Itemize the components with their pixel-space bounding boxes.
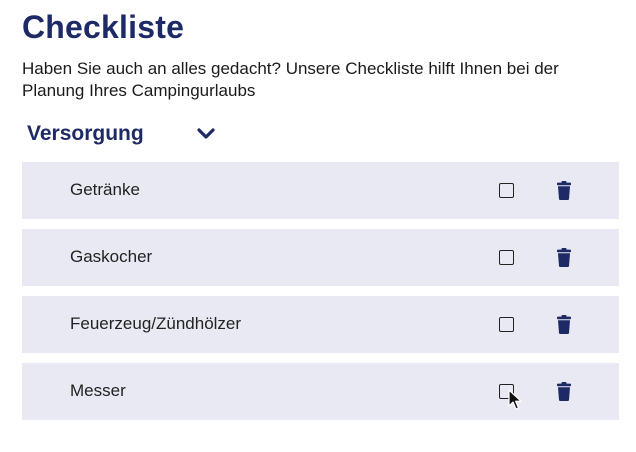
- item-checkbox[interactable]: [499, 183, 514, 198]
- section-title: Versorgung: [27, 122, 144, 145]
- list-item: Getränke: [22, 162, 619, 219]
- item-checkbox[interactable]: [499, 250, 514, 265]
- trash-icon[interactable]: [556, 248, 572, 267]
- mouse-pointer-icon: [508, 389, 522, 410]
- item-label: Messer: [70, 381, 126, 400]
- checklist-items: Getränke Gaskocher Feuerzeug/Zündhölzer: [22, 162, 619, 430]
- page-subtitle: Haben Sie auch an alles gedacht? Unsere …: [22, 59, 559, 100]
- trash-icon[interactable]: [556, 315, 572, 334]
- item-label: Getränke: [70, 180, 140, 199]
- item-label: Feuerzeug/Zündhölzer: [70, 314, 242, 333]
- checklist-page: Checkliste Haben Sie auch an alles gedac…: [0, 0, 636, 452]
- section-header-versorgung[interactable]: Versorgung: [22, 118, 232, 152]
- chevron-down-icon[interactable]: [196, 126, 216, 142]
- item-checkbox[interactable]: [499, 317, 514, 332]
- list-item: Gaskocher: [22, 229, 619, 286]
- page-title: Checkliste: [22, 9, 185, 45]
- list-item: Feuerzeug/Zündhölzer: [22, 296, 619, 353]
- list-item: Messer: [22, 363, 619, 420]
- trash-icon[interactable]: [556, 382, 572, 401]
- item-label: Gaskocher: [70, 247, 153, 266]
- trash-icon[interactable]: [556, 181, 572, 200]
